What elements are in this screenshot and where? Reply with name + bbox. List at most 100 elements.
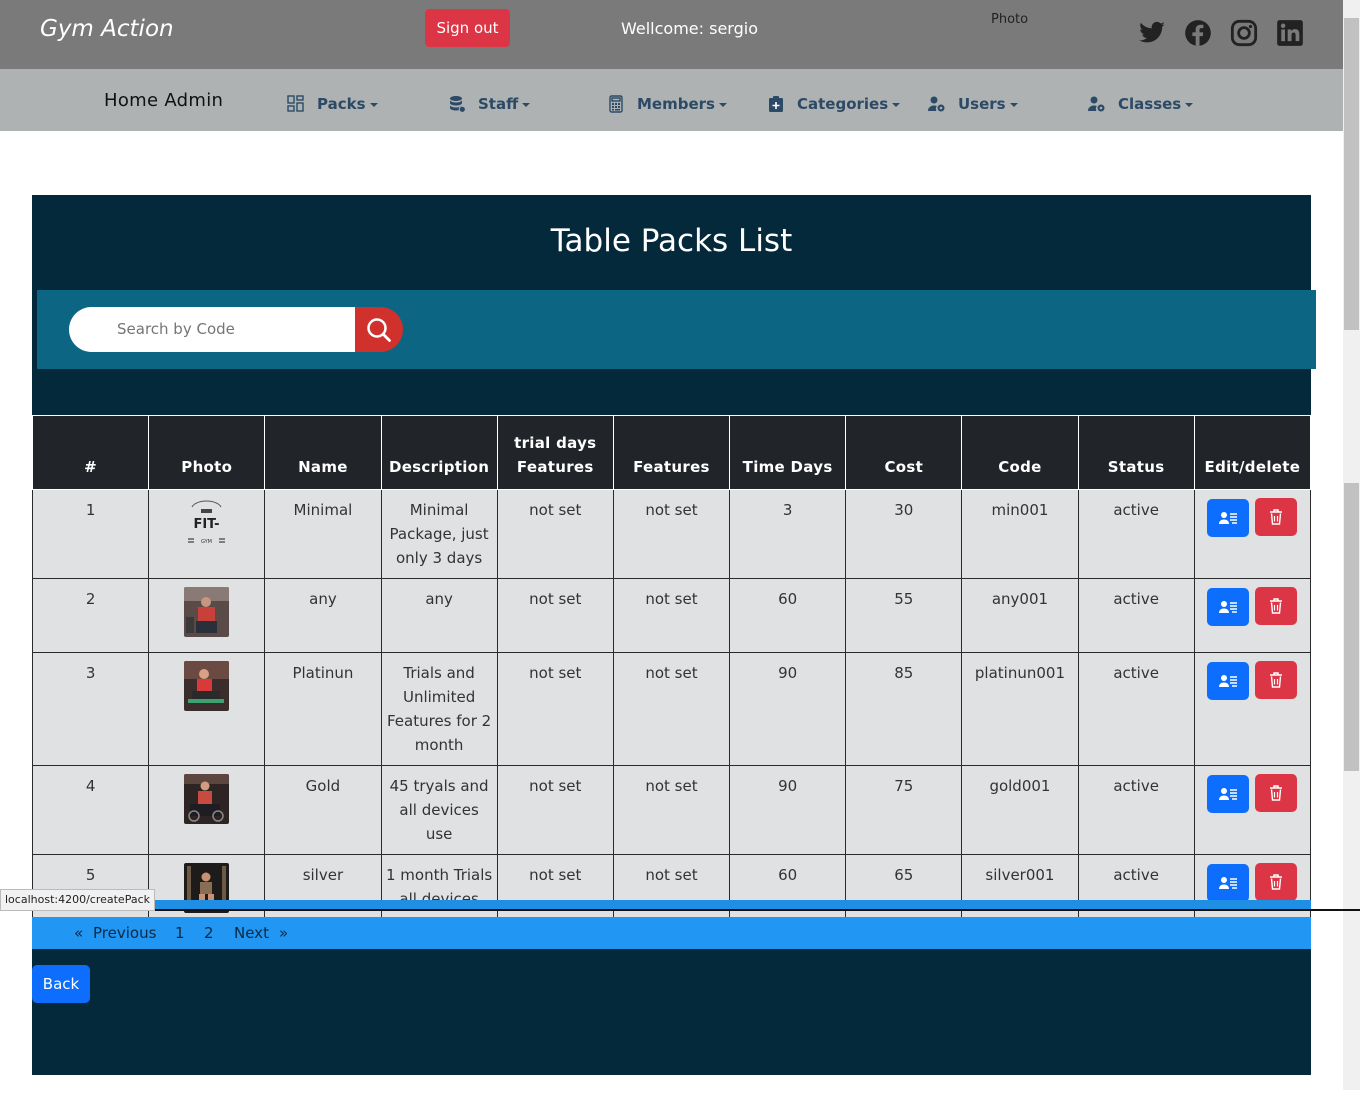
search-field[interactable] bbox=[69, 307, 356, 352]
pagination-previous[interactable]: Previous bbox=[93, 924, 156, 942]
table-row: 4 Gold 45 tryals and all devices use not… bbox=[31, 765, 1312, 855]
column-header: Name bbox=[264, 415, 382, 490]
pagination-page-1[interactable]: 1 bbox=[175, 924, 185, 942]
table-header-row: # Photo Name Description trial days Feat… bbox=[31, 415, 1312, 490]
trash-icon bbox=[1270, 509, 1283, 525]
column-header: # bbox=[31, 415, 150, 490]
search-input[interactable] bbox=[117, 320, 337, 338]
edit-button[interactable] bbox=[1207, 588, 1250, 626]
user-edit-icon bbox=[1219, 877, 1238, 889]
facebook-icon[interactable] bbox=[1184, 19, 1214, 49]
delete-button[interactable] bbox=[1255, 863, 1298, 901]
trash-icon bbox=[1270, 785, 1283, 801]
search-bar bbox=[37, 290, 1316, 369]
nav-staff-label: Staff bbox=[478, 95, 519, 113]
divider bbox=[146, 909, 1360, 911]
status-bar-url: localhost:4200/createPack bbox=[0, 889, 155, 911]
cell-photo bbox=[148, 652, 266, 766]
scrollbar-thumb[interactable] bbox=[1344, 18, 1359, 330]
cell-description: Minimal Package, just only 3 days bbox=[380, 489, 498, 579]
nav-packs[interactable]: Packs bbox=[287, 92, 378, 116]
user-photo: Photo bbox=[991, 12, 1029, 27]
nav-members[interactable]: Members bbox=[607, 92, 727, 116]
clipboard-plus-icon bbox=[767, 95, 785, 113]
brand-logo[interactable]: Gym Action bbox=[40, 16, 174, 42]
column-header: Description bbox=[380, 415, 498, 490]
delete-button[interactable] bbox=[1255, 498, 1298, 536]
column-header: trial days Features bbox=[496, 415, 614, 490]
trash-icon bbox=[1270, 874, 1283, 890]
cell-name: any bbox=[264, 578, 382, 653]
chevron-down-icon bbox=[718, 103, 727, 107]
back-button[interactable]: Back bbox=[32, 965, 90, 1003]
column-header: Cost bbox=[845, 415, 963, 490]
sign-out-button[interactable]: Sign out bbox=[425, 9, 510, 47]
database-icon bbox=[448, 95, 466, 113]
pack-photo: FIT- GYM bbox=[184, 498, 230, 548]
cell-code: gold001 bbox=[961, 765, 1079, 855]
cell-days: 60 bbox=[729, 578, 847, 653]
cell-features: not set bbox=[612, 578, 731, 653]
nav-users[interactable]: Users bbox=[928, 92, 1018, 116]
pagination-next[interactable]: Next bbox=[234, 924, 269, 942]
chevron-down-icon bbox=[369, 103, 378, 107]
cell-actions bbox=[1193, 489, 1312, 579]
column-header: Photo bbox=[148, 415, 266, 490]
cell-days: 90 bbox=[729, 652, 847, 766]
top-header: Gym Action Sign out Wellcome: sergio Pho… bbox=[0, 0, 1343, 69]
cell-description: 45 tryals and all devices use bbox=[380, 765, 498, 855]
nav-members-label: Members bbox=[637, 95, 715, 113]
page-title: Table Packs List bbox=[550, 223, 793, 259]
edit-button[interactable] bbox=[1207, 775, 1250, 813]
welcome-text: Wellcome: sergio bbox=[621, 19, 758, 38]
trash-icon bbox=[1270, 598, 1283, 614]
delete-button[interactable] bbox=[1255, 661, 1298, 699]
cell-features: not set bbox=[612, 489, 731, 579]
cell-actions bbox=[1193, 652, 1312, 766]
edit-button[interactable] bbox=[1207, 662, 1250, 700]
nav-classes[interactable]: Classes bbox=[1088, 92, 1194, 116]
calculator-icon bbox=[607, 95, 625, 113]
search-button[interactable] bbox=[355, 307, 403, 352]
trash-icon bbox=[1270, 672, 1283, 688]
user-gear-icon bbox=[928, 95, 946, 113]
chevron-down-icon bbox=[892, 103, 901, 107]
next-arrow-icon[interactable]: » bbox=[279, 924, 288, 942]
cell-features: not set bbox=[612, 652, 731, 766]
packs-panel: Table Packs List # Photo Name Descriptio… bbox=[31, 195, 1316, 1075]
cell-actions bbox=[1193, 765, 1312, 855]
delete-button[interactable] bbox=[1255, 587, 1298, 625]
cell-status: active bbox=[1077, 578, 1195, 653]
prev-arrow-icon[interactable]: « bbox=[74, 924, 83, 942]
pagination-page-2[interactable]: 2 bbox=[204, 924, 214, 942]
twitter-icon[interactable] bbox=[1138, 19, 1168, 49]
svg-text:GYM: GYM bbox=[201, 539, 212, 545]
pack-photo bbox=[184, 774, 230, 824]
pack-photo bbox=[184, 587, 230, 637]
cell-cost: 85 bbox=[845, 652, 963, 766]
cell-name: Gold bbox=[264, 765, 382, 855]
cell-status: active bbox=[1077, 765, 1195, 855]
user-edit-icon bbox=[1219, 675, 1238, 687]
nav-categories[interactable]: Categories bbox=[767, 92, 901, 116]
nav-home-admin[interactable]: Home Admin bbox=[104, 90, 223, 111]
nav-staff[interactable]: Staff bbox=[448, 92, 531, 116]
scrollbar-thumb[interactable] bbox=[1344, 483, 1359, 771]
instagram-icon[interactable] bbox=[1230, 19, 1260, 49]
cell-name: Minimal bbox=[264, 489, 382, 579]
cell-actions bbox=[1193, 578, 1312, 653]
user-gear-icon bbox=[1088, 95, 1106, 113]
cell-trial: not set bbox=[496, 489, 614, 579]
delete-button[interactable] bbox=[1255, 774, 1298, 812]
cell-trial: not set bbox=[496, 578, 614, 653]
chevron-down-icon bbox=[1009, 103, 1018, 107]
edit-button[interactable] bbox=[1207, 499, 1250, 537]
cell-description: any bbox=[380, 578, 498, 653]
chevron-down-icon bbox=[1185, 103, 1194, 107]
edit-button[interactable] bbox=[1207, 864, 1250, 902]
column-header: Edit/delete bbox=[1193, 415, 1312, 490]
table-row: 2 any any not set not set 60 55 any001 a… bbox=[31, 578, 1312, 653]
cell-status: active bbox=[1077, 652, 1195, 766]
linkedin-icon[interactable] bbox=[1276, 19, 1306, 49]
nav-classes-label: Classes bbox=[1118, 95, 1182, 113]
